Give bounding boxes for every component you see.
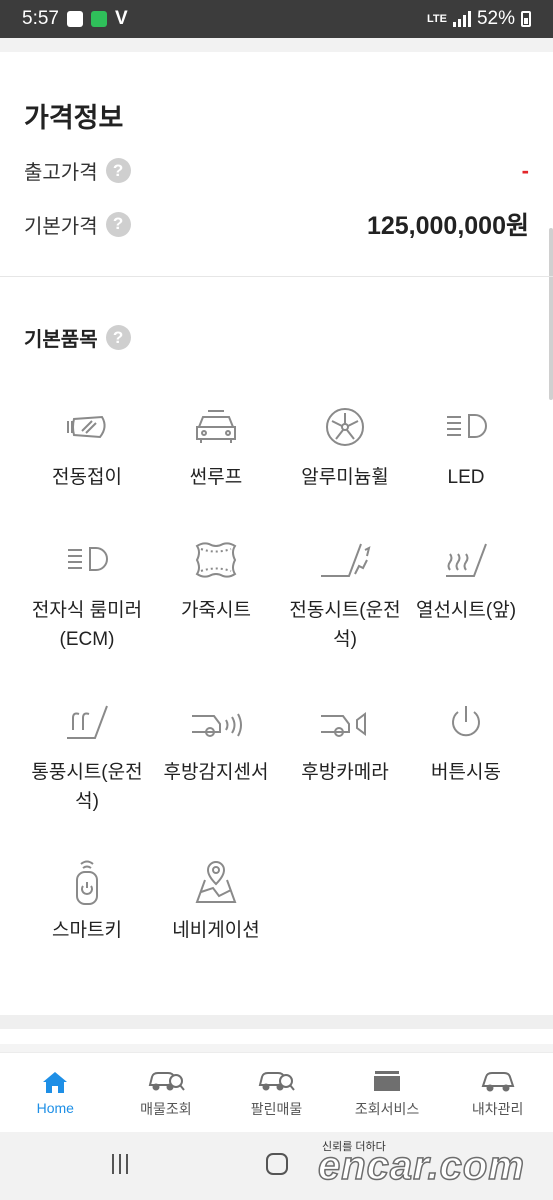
option-label: 알루미늄휠 <box>301 467 389 488</box>
bottom-tab-bar: Home 매물조회 팔린매물 조회서비스 내차관리 <box>0 1052 553 1132</box>
option-label: 열선시트(앞) <box>415 600 517 621</box>
help-icon[interactable]: ? <box>105 325 131 350</box>
option-label: 통풍시트(운전 석) <box>31 762 143 812</box>
section-band <box>0 1015 553 1029</box>
option-folding-mirror: 전동접이 <box>18 405 156 492</box>
release-price-value: - <box>521 157 529 183</box>
ecm-mirror-icon <box>68 547 108 571</box>
status-bar: 5:57 V LTE 52% <box>0 0 553 38</box>
section-band-light <box>0 1044 553 1052</box>
option-label: 가죽시트 <box>181 600 251 621</box>
option-sunroof: 썬루프 <box>147 405 285 492</box>
option-label: 후방카메라 <box>301 762 389 783</box>
tab-label: 내차관리 <box>471 1100 524 1117</box>
battery-percent: 52% <box>476 8 515 29</box>
status-time: 5:57 <box>22 8 59 29</box>
tab-my-car[interactable]: 내차관리 <box>442 1053 553 1132</box>
option-navigation: 네비게이션 <box>147 856 285 945</box>
ventilated-seat-icon <box>67 705 108 739</box>
heated-seat-icon <box>446 543 487 577</box>
basic-options-label: 기본품목 <box>24 329 98 351</box>
option-heated-seat: 열선시트(앞) <box>397 538 535 625</box>
v-app-icon: V <box>114 8 128 29</box>
option-label: 버튼시동 <box>431 762 501 783</box>
tab-label: 매물조회 <box>140 1100 192 1117</box>
home-button[interactable] <box>266 1153 288 1175</box>
basic-options-title: 기본품목 ? <box>24 323 131 352</box>
tab-car-search[interactable]: 매물조회 <box>111 1053 222 1132</box>
tab-label: 팔린매물 <box>250 1100 303 1117</box>
tab-services[interactable]: 조회서비스 <box>332 1053 443 1132</box>
option-ventilated-seat: 통풍시트(운전 석) <box>18 700 156 816</box>
folding-mirror-icon <box>67 415 106 439</box>
battery-icon <box>521 11 531 27</box>
release-price-row: 출고가격 ? - <box>24 156 529 185</box>
help-icon[interactable]: ? <box>105 158 131 183</box>
option-button-start: 버튼시동 <box>397 700 535 787</box>
option-label: 스마트키 <box>52 920 122 941</box>
navigation-icon <box>195 860 237 903</box>
power-button-icon <box>452 706 480 737</box>
option-rear-camera: 후방카메라 <box>276 700 414 787</box>
option-smart-key: 스마트키 <box>18 856 156 945</box>
option-label: 후방감지센서 <box>163 762 269 783</box>
option-alloy-wheel: 알루미늄휠 <box>276 405 414 492</box>
network-type: LTE <box>427 13 447 25</box>
leather-seat-icon <box>195 542 237 578</box>
help-icon[interactable]: ? <box>105 211 131 237</box>
bookmark-app-icon <box>90 11 107 27</box>
sunroof-icon <box>196 410 236 443</box>
watermark-logo: encar.com <box>317 1143 525 1189</box>
option-led: LED <box>397 405 535 492</box>
price-info-title: 가격정보 <box>24 103 124 133</box>
option-label: 전동접이 <box>52 467 122 488</box>
car-search-icon <box>148 1071 185 1091</box>
power-seat-icon <box>321 543 371 577</box>
option-rear-sensor: 후방감지센서 <box>147 700 285 787</box>
gallery-icon <box>66 11 83 27</box>
my-car-icon <box>481 1071 515 1091</box>
tab-label: 조회서비스 <box>354 1100 420 1117</box>
home-icon <box>43 1071 68 1093</box>
rear-camera-icon <box>321 712 366 737</box>
tab-sold-cars[interactable]: 팔린매물 <box>221 1053 332 1132</box>
tab-home[interactable]: Home <box>0 1053 111 1132</box>
section-divider <box>0 276 553 277</box>
scroll-indicator[interactable] <box>549 228 553 400</box>
option-ecm-mirror: 전자식 룸미러 (ECM) <box>18 538 156 654</box>
option-label: 네비게이션 <box>172 920 260 941</box>
option-label: 썬루프 <box>189 467 243 488</box>
option-leather-seat: 가죽시트 <box>147 538 285 625</box>
alloy-wheel-icon <box>326 408 364 446</box>
top-gap <box>0 38 553 52</box>
option-power-seat: 전동시트(운전 석) <box>276 538 414 654</box>
signal-icon <box>452 11 471 27</box>
led-headlamp-icon <box>447 414 487 438</box>
sold-car-icon <box>259 1071 296 1091</box>
service-icon <box>374 1070 401 1091</box>
recent-apps-button[interactable] <box>112 1154 128 1174</box>
base-price-row: 기본가격 ? 125,000,000원 <box>24 206 529 242</box>
tab-label: Home <box>36 1099 74 1116</box>
base-price-value: 125,000,000원 <box>366 212 529 240</box>
option-label: LED <box>447 467 485 488</box>
smart-key-icon <box>76 860 98 905</box>
release-price-label: 출고가격 <box>24 162 98 184</box>
base-price-label: 기본가격 <box>24 215 98 238</box>
option-label: 전동시트(운전 석) <box>289 600 401 650</box>
rear-sensor-icon <box>192 713 242 737</box>
option-label: 전자식 룸미러 (ECM) <box>31 600 143 650</box>
